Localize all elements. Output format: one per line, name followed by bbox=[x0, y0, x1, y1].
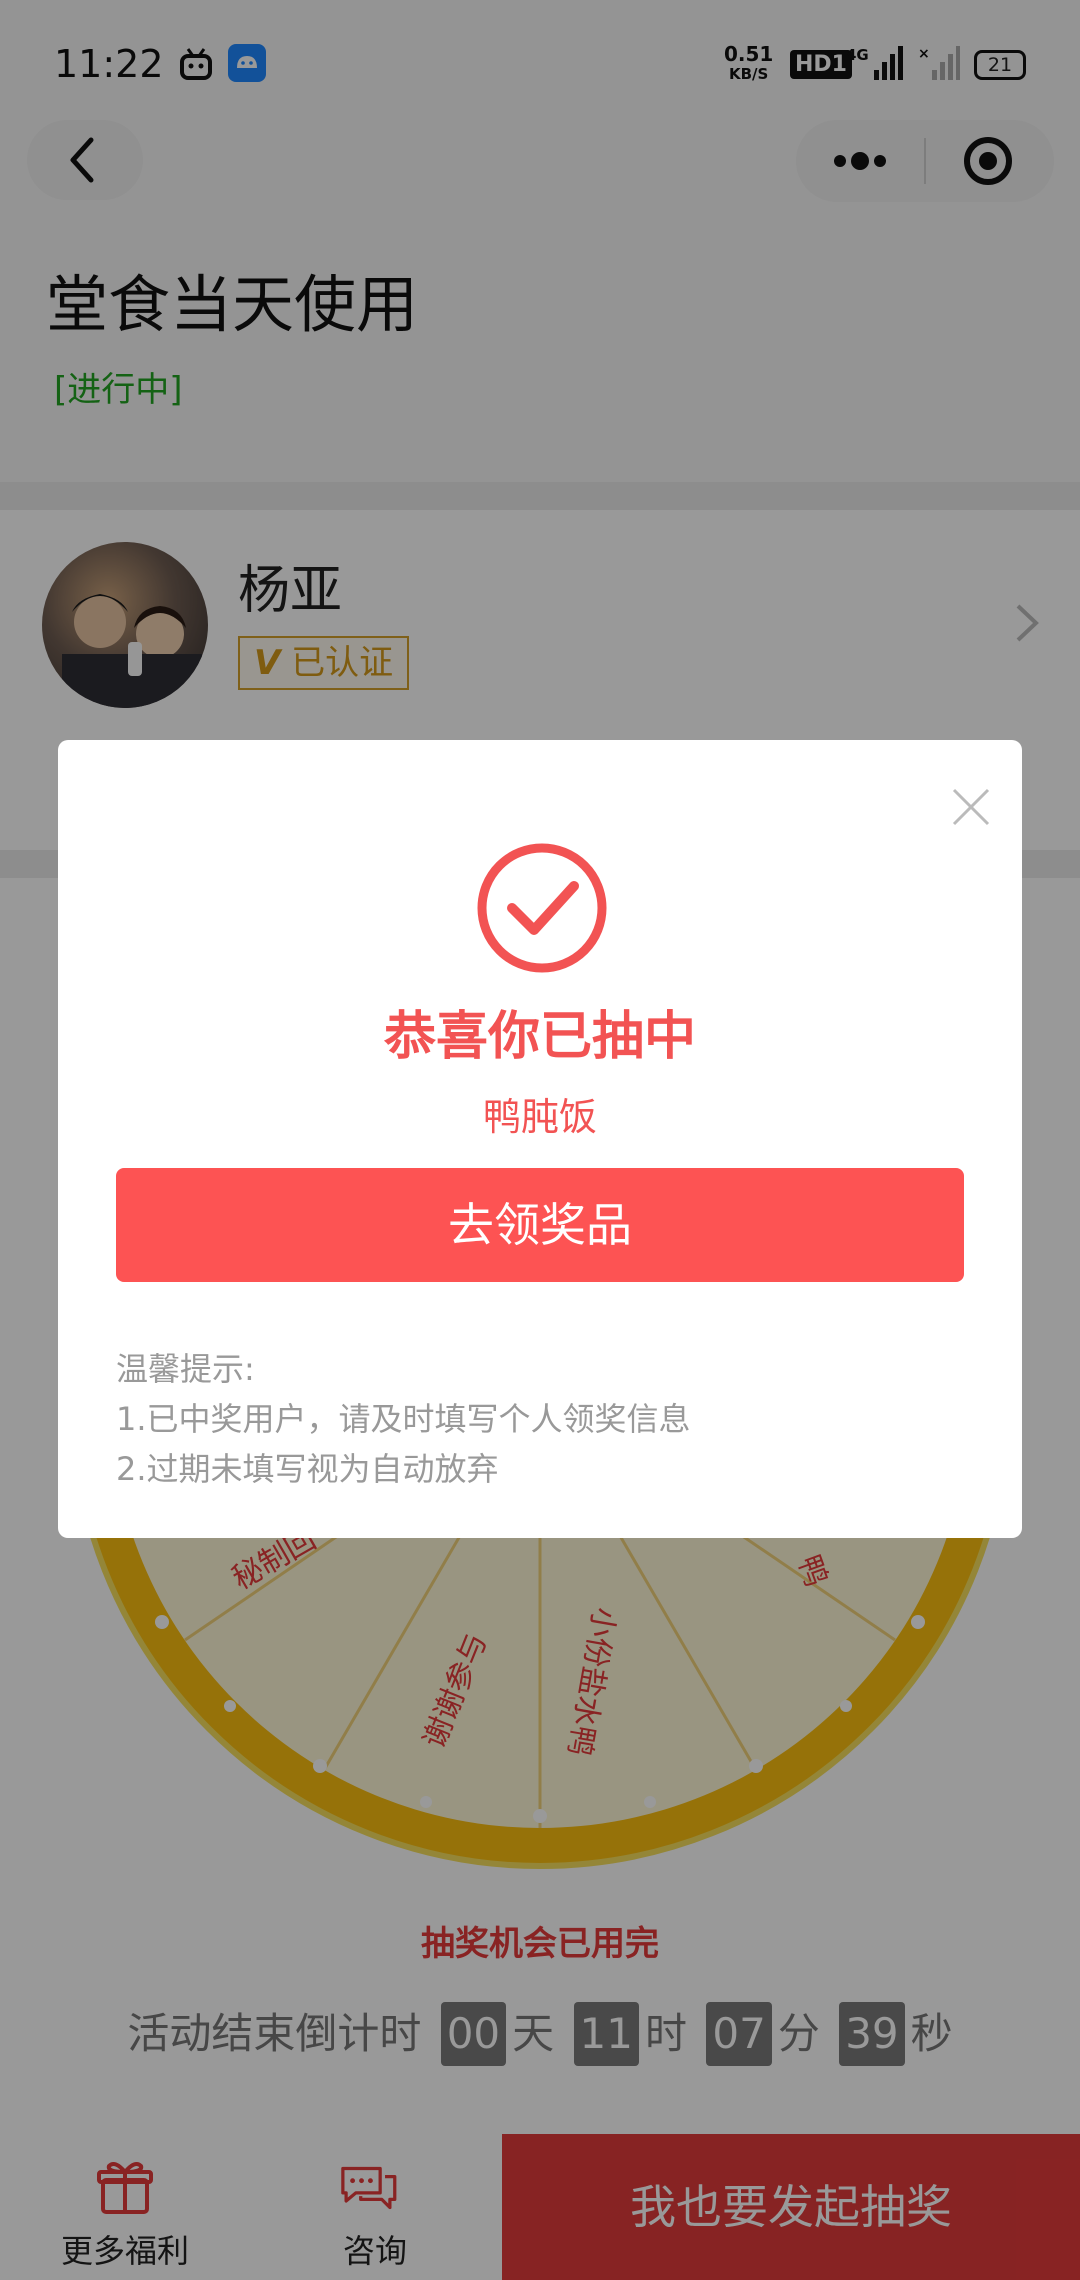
check-circle-icon bbox=[477, 843, 607, 973]
tips: 温馨提示: 1.已中奖用户，请及时填写个人领奖信息 2.过期未填写视为自动放弃 bbox=[116, 1344, 691, 1494]
win-dialog: 恭喜你已抽中 鸭肫饭 去领奖品 温馨提示: 1.已中奖用户，请及时填写个人领奖信… bbox=[58, 740, 1022, 1538]
close-icon[interactable] bbox=[944, 780, 998, 834]
tips-title: 温馨提示: bbox=[116, 1350, 255, 1388]
win-title: 恭喜你已抽中 bbox=[383, 1007, 696, 1067]
prize-name: 鸭肫饭 bbox=[482, 1095, 597, 1139]
tip-item: 2.过期未填写视为自动放弃 bbox=[116, 1450, 499, 1488]
tip-item: 1.已中奖用户，请及时填写个人领奖信息 bbox=[116, 1400, 691, 1438]
claim-prize-button[interactable]: 去领奖品 bbox=[116, 1168, 964, 1282]
